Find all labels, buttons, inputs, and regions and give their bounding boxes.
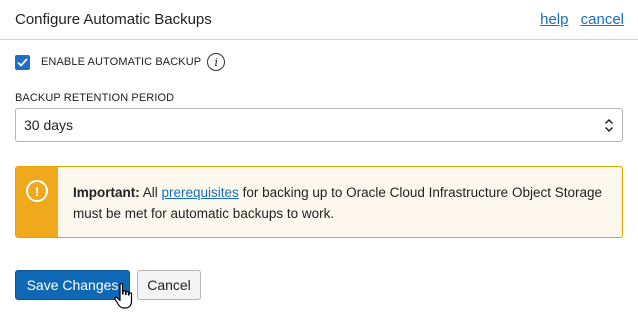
header-links: help cancel bbox=[532, 11, 624, 28]
warning-icon: ! bbox=[26, 180, 48, 202]
dialog-header: Configure Automatic Backups help cancel bbox=[0, 0, 638, 40]
prerequisites-link[interactable]: prerequisites bbox=[162, 185, 239, 200]
important-alert: ! Important: All prerequisites for backi… bbox=[15, 166, 623, 238]
cancel-link[interactable]: cancel bbox=[581, 11, 624, 28]
retention-period-value: 30 days bbox=[24, 117, 74, 133]
dialog-title: Configure Automatic Backups bbox=[15, 11, 212, 28]
enable-backup-label[interactable]: ENABLE AUTOMATIC BACKUP bbox=[41, 56, 201, 68]
checkmark-icon bbox=[17, 57, 28, 67]
alert-message: Important: All prerequisites for backing… bbox=[73, 182, 603, 224]
alert-accent-bar: ! bbox=[16, 167, 58, 237]
info-icon[interactable]: i bbox=[207, 53, 226, 71]
updown-chevron-icon bbox=[604, 118, 614, 133]
retention-period-label: BACKUP RETENTION PERIOD bbox=[15, 92, 175, 104]
retention-period-select[interactable]: 30 days bbox=[15, 108, 623, 142]
alert-text-before: All bbox=[139, 185, 162, 200]
cancel-button[interactable]: Cancel bbox=[137, 270, 201, 300]
help-link[interactable]: help bbox=[540, 11, 568, 28]
hand-pointer-icon bbox=[114, 283, 133, 309]
enable-backup-row: ENABLE AUTOMATIC BACKUP i bbox=[15, 51, 226, 73]
alert-strong: Important: bbox=[73, 185, 140, 200]
enable-backup-checkbox[interactable] bbox=[15, 54, 30, 70]
